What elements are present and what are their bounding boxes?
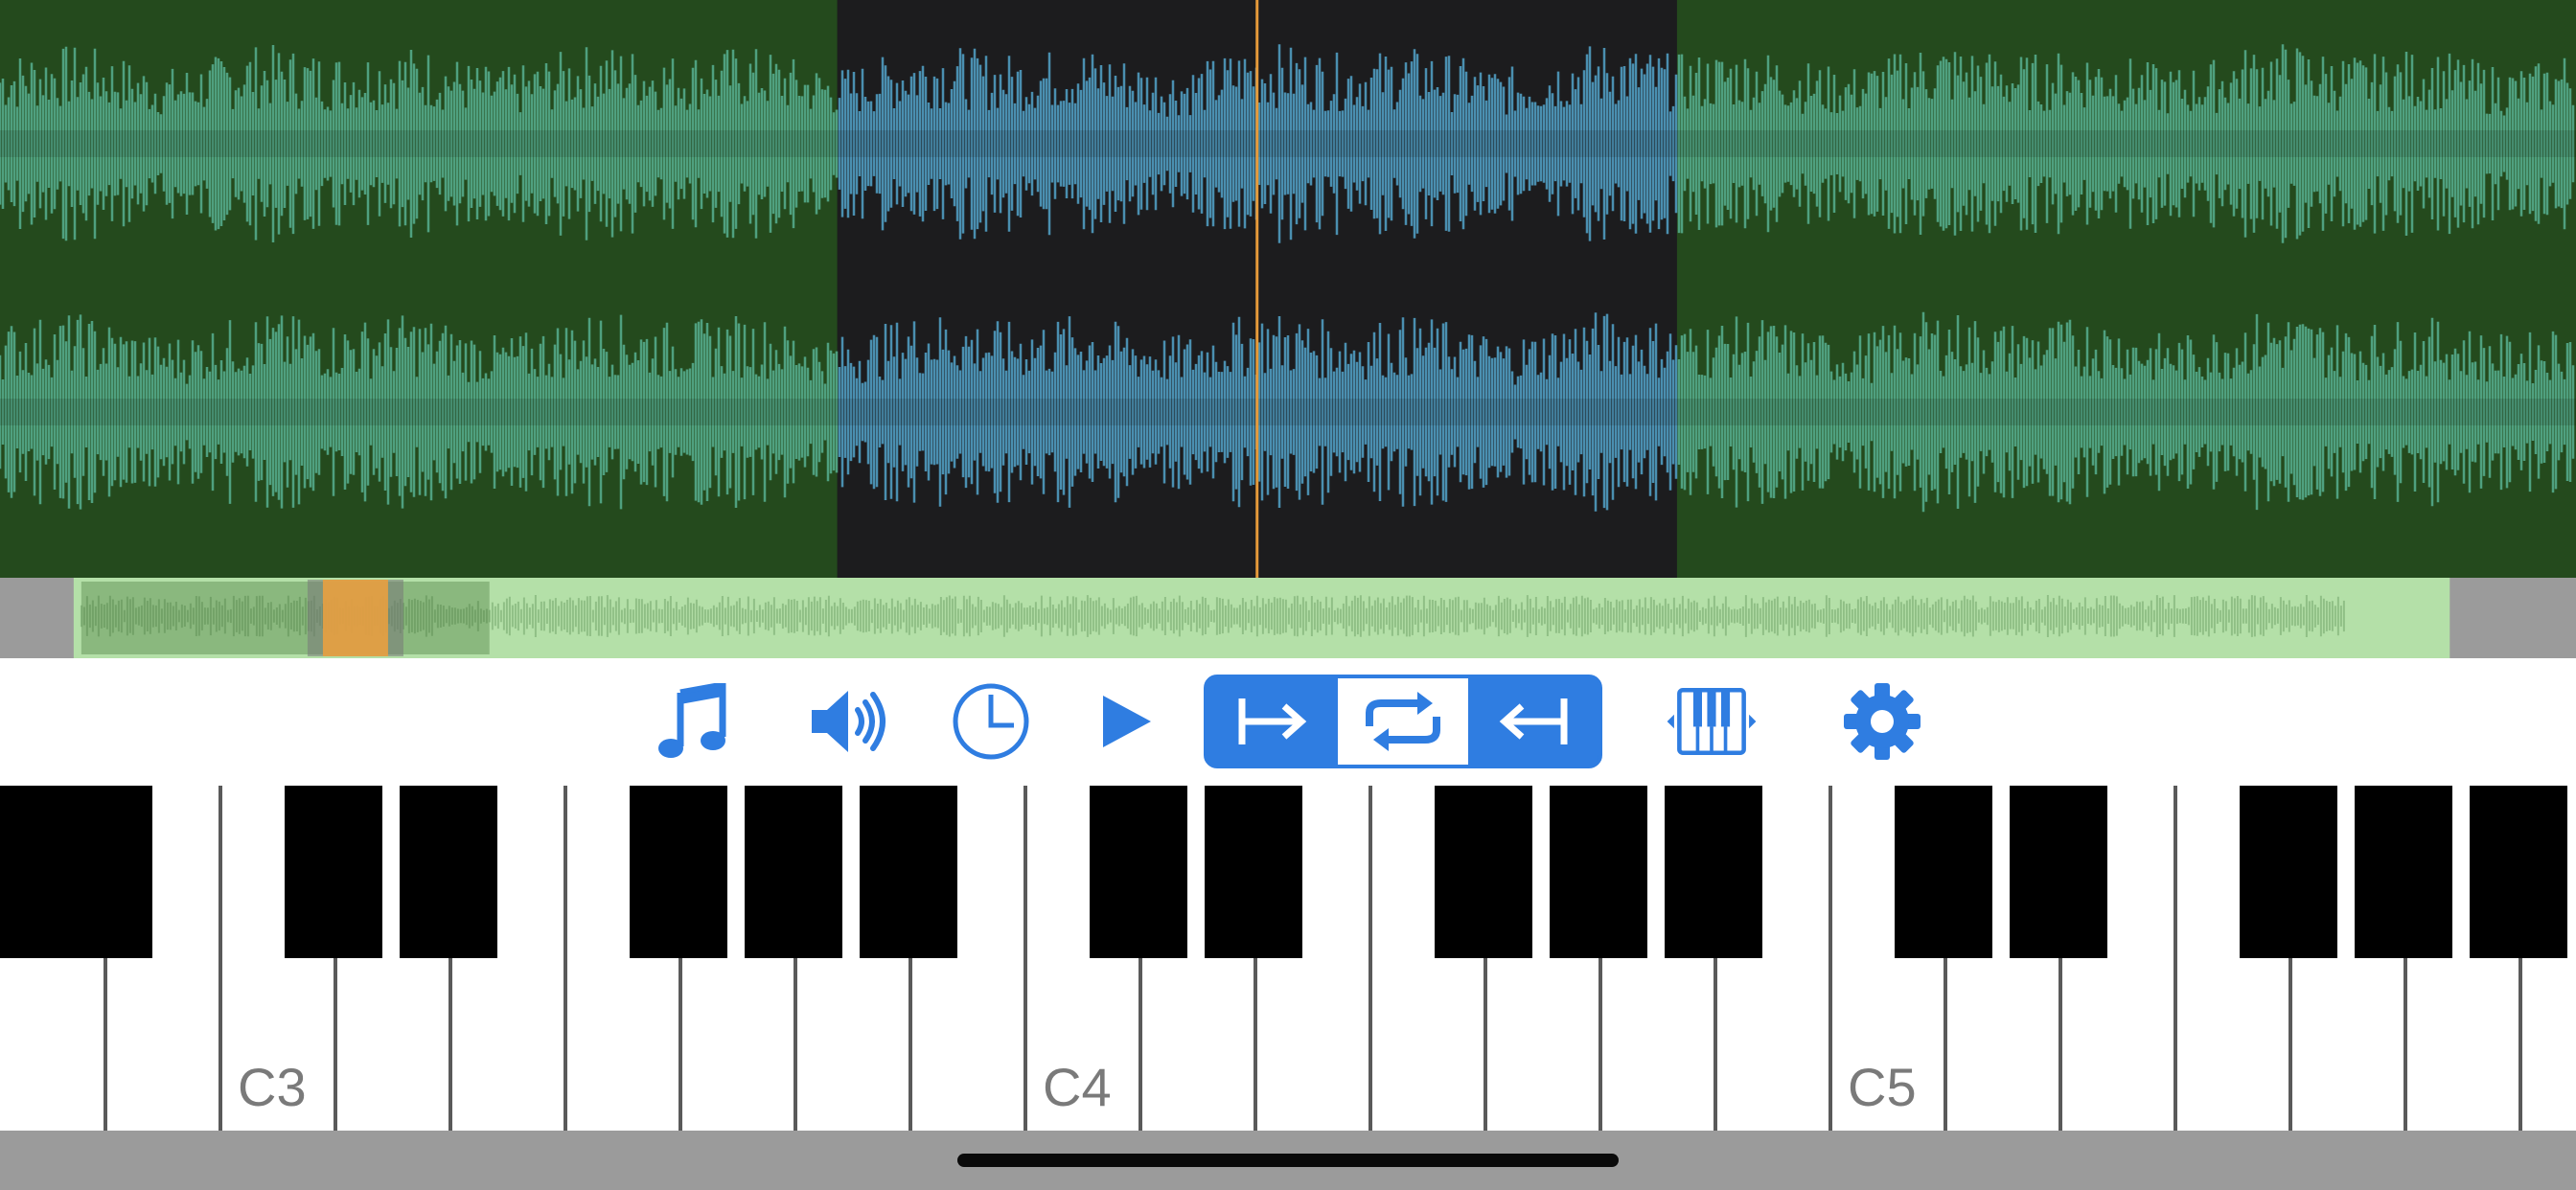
key-label-c3: C3 bbox=[238, 1057, 307, 1117]
overview-canvas bbox=[73, 578, 2450, 658]
waveform-view[interactable] bbox=[0, 0, 2576, 578]
volume-button[interactable] bbox=[801, 674, 897, 769]
loop-icon bbox=[1366, 692, 1440, 751]
home-indicator-area bbox=[0, 1131, 2576, 1190]
black-key[interactable] bbox=[55, 786, 152, 958]
overview-visible-range bbox=[80, 582, 490, 654]
set-loop-end-button[interactable] bbox=[1468, 678, 1598, 765]
music-note-button[interactable] bbox=[644, 674, 740, 769]
play-icon bbox=[1103, 696, 1151, 747]
black-key[interactable] bbox=[1665, 786, 1762, 958]
loop-control-group bbox=[1204, 675, 1602, 768]
loop-end-icon bbox=[1499, 698, 1568, 744]
black-key[interactable] bbox=[2470, 786, 2567, 958]
speaker-icon bbox=[812, 691, 886, 752]
black-key[interactable] bbox=[285, 786, 382, 958]
black-key[interactable] bbox=[1090, 786, 1187, 958]
loop-start-icon bbox=[1238, 698, 1307, 744]
black-key[interactable] bbox=[2240, 786, 2337, 958]
black-key[interactable] bbox=[1895, 786, 1992, 958]
clock-icon bbox=[953, 683, 1029, 760]
music-note-icon bbox=[658, 683, 726, 758]
black-key[interactable] bbox=[745, 786, 842, 958]
home-indicator[interactable] bbox=[957, 1154, 1619, 1167]
loop-toggle-button[interactable] bbox=[1338, 678, 1468, 765]
set-loop-start-button[interactable] bbox=[1208, 678, 1338, 765]
piano-keyboard[interactable]: C3 C4 C5 bbox=[0, 786, 2576, 1131]
tempo-button[interactable] bbox=[943, 674, 1039, 769]
black-key[interactable] bbox=[2010, 786, 2107, 958]
keyboard-width-icon bbox=[1667, 688, 1757, 755]
left-channel-wave-core bbox=[0, 130, 2576, 157]
settings-button[interactable] bbox=[1834, 674, 1930, 769]
overview-loop-marker[interactable] bbox=[322, 580, 388, 656]
black-key[interactable] bbox=[2355, 786, 2452, 958]
black-key[interactable] bbox=[400, 786, 497, 958]
toolbar bbox=[0, 658, 2576, 786]
waveform-canvas bbox=[0, 0, 2576, 578]
black-key[interactable] bbox=[860, 786, 957, 958]
key-label-c4: C4 bbox=[1043, 1057, 1112, 1117]
key-label-c5: C5 bbox=[1848, 1057, 1917, 1117]
black-key[interactable] bbox=[1550, 786, 1647, 958]
keyboard-width-button[interactable] bbox=[1664, 674, 1760, 769]
black-key[interactable] bbox=[630, 786, 727, 958]
black-key[interactable] bbox=[1205, 786, 1302, 958]
gear-icon bbox=[1844, 683, 1920, 760]
play-button[interactable] bbox=[1077, 674, 1173, 769]
overview-scrubber[interactable] bbox=[0, 578, 2576, 658]
right-channel-wave-core bbox=[0, 399, 2576, 425]
black-key[interactable] bbox=[1435, 786, 1532, 958]
